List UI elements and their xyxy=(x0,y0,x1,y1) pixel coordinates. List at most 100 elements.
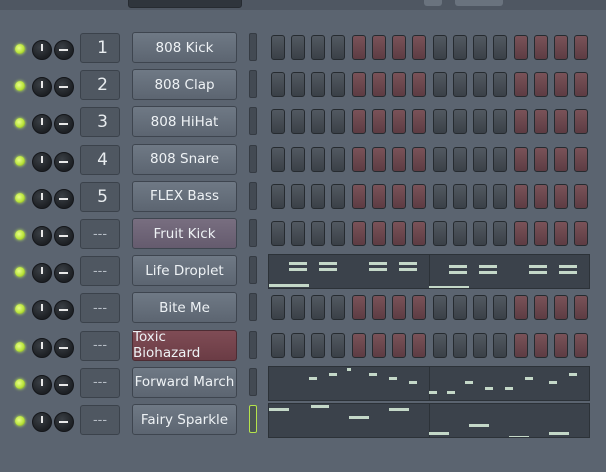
step-button[interactable] xyxy=(392,35,406,60)
step-button[interactable] xyxy=(534,109,548,135)
step-button[interactable] xyxy=(271,221,285,246)
step-button[interactable] xyxy=(534,332,548,358)
step-button[interactable] xyxy=(493,35,507,60)
step-button[interactable] xyxy=(311,72,325,98)
mute-led-button[interactable] xyxy=(15,416,25,426)
mute-led-button[interactable] xyxy=(15,304,25,315)
step-button[interactable] xyxy=(514,146,528,172)
step-button[interactable] xyxy=(574,183,588,209)
step-button[interactable] xyxy=(291,183,305,209)
step-button[interactable] xyxy=(372,221,386,246)
step-button[interactable] xyxy=(514,221,528,246)
step-button[interactable] xyxy=(473,295,487,321)
step-button[interactable] xyxy=(574,72,588,98)
step-button[interactable] xyxy=(331,35,345,60)
step-button[interactable] xyxy=(473,72,487,98)
step-button[interactable] xyxy=(311,109,325,135)
step-button[interactable] xyxy=(453,332,467,358)
step-button[interactable] xyxy=(412,183,426,209)
step-button[interactable] xyxy=(493,72,507,98)
channel-name-button[interactable]: Fruit Kick xyxy=(132,218,237,249)
step-button[interactable] xyxy=(514,109,528,135)
mixer-track-number[interactable]: 3 xyxy=(80,107,120,138)
step-button[interactable] xyxy=(372,295,386,321)
step-button[interactable] xyxy=(352,295,366,321)
channel-name-button[interactable]: Bite Me xyxy=(132,292,237,324)
step-button[interactable] xyxy=(453,109,467,135)
pan-knob[interactable] xyxy=(54,263,74,284)
step-button[interactable] xyxy=(473,332,487,358)
step-button[interactable] xyxy=(352,221,366,246)
step-button[interactable] xyxy=(534,183,548,209)
mixer-track-number[interactable]: 4 xyxy=(80,144,120,175)
step-button[interactable] xyxy=(534,35,548,60)
step-button[interactable] xyxy=(493,183,507,209)
step-button[interactable] xyxy=(352,109,366,135)
piano-roll-preview[interactable] xyxy=(268,254,590,290)
step-button[interactable] xyxy=(372,109,386,135)
step-button[interactable] xyxy=(412,72,426,98)
step-button[interactable] xyxy=(372,183,386,209)
channel-name-button[interactable]: FLEX Bass xyxy=(132,180,237,212)
step-button[interactable] xyxy=(311,183,325,209)
step-button[interactable] xyxy=(331,109,345,135)
mute-led-button[interactable] xyxy=(15,378,25,389)
step-button[interactable] xyxy=(574,146,588,172)
step-button[interactable] xyxy=(291,109,305,135)
channel-select-indicator[interactable] xyxy=(249,181,257,210)
step-button[interactable] xyxy=(534,146,548,172)
piano-roll-preview[interactable] xyxy=(268,403,590,438)
mute-led-button[interactable] xyxy=(15,267,25,278)
step-button[interactable] xyxy=(574,332,588,358)
volume-knob[interactable] xyxy=(32,412,52,432)
mixer-track-number[interactable]: 2 xyxy=(80,70,120,101)
step-button[interactable] xyxy=(493,146,507,172)
channel-select-indicator[interactable] xyxy=(249,70,257,99)
step-button[interactable] xyxy=(574,109,588,135)
step-button[interactable] xyxy=(433,109,447,135)
toolbar-button[interactable] xyxy=(424,0,442,6)
mute-led-button[interactable] xyxy=(15,44,25,54)
step-button[interactable] xyxy=(372,332,386,358)
pan-knob[interactable] xyxy=(54,337,74,358)
step-button[interactable] xyxy=(453,221,467,246)
step-button[interactable] xyxy=(453,183,467,209)
step-button[interactable] xyxy=(473,183,487,209)
step-button[interactable] xyxy=(453,146,467,172)
step-button[interactable] xyxy=(331,332,345,358)
step-button[interactable] xyxy=(352,72,366,98)
mute-led-button[interactable] xyxy=(15,81,25,92)
pan-knob[interactable] xyxy=(54,300,74,321)
step-button[interactable] xyxy=(554,221,568,246)
step-button[interactable] xyxy=(493,109,507,135)
step-button[interactable] xyxy=(412,295,426,321)
channel-select-indicator[interactable] xyxy=(249,293,257,322)
step-button[interactable] xyxy=(433,332,447,358)
volume-knob[interactable] xyxy=(32,188,52,209)
step-button[interactable] xyxy=(412,146,426,172)
step-button[interactable] xyxy=(574,35,588,60)
pan-knob[interactable] xyxy=(54,40,74,60)
step-button[interactable] xyxy=(473,35,487,60)
channel-name-button[interactable]: 808 Kick xyxy=(132,32,237,63)
mute-led-button[interactable] xyxy=(15,155,25,166)
pattern-selector[interactable] xyxy=(128,0,242,8)
step-button[interactable] xyxy=(514,183,528,209)
mute-led-button[interactable] xyxy=(15,341,25,352)
volume-knob[interactable] xyxy=(32,151,52,172)
step-button[interactable] xyxy=(554,295,568,321)
step-button[interactable] xyxy=(433,146,447,172)
step-button[interactable] xyxy=(473,221,487,246)
step-button[interactable] xyxy=(331,183,345,209)
mute-led-button[interactable] xyxy=(15,118,25,129)
step-button[interactable] xyxy=(574,295,588,321)
pan-knob[interactable] xyxy=(54,188,74,209)
mute-led-button[interactable] xyxy=(15,192,25,203)
mixer-track-number[interactable]: --- xyxy=(80,293,120,324)
step-button[interactable] xyxy=(291,221,305,246)
mute-led-button[interactable] xyxy=(15,230,25,240)
channel-name-button[interactable]: 808 Snare xyxy=(132,143,237,175)
step-button[interactable] xyxy=(514,72,528,98)
step-button[interactable] xyxy=(493,332,507,358)
step-button[interactable] xyxy=(392,295,406,321)
